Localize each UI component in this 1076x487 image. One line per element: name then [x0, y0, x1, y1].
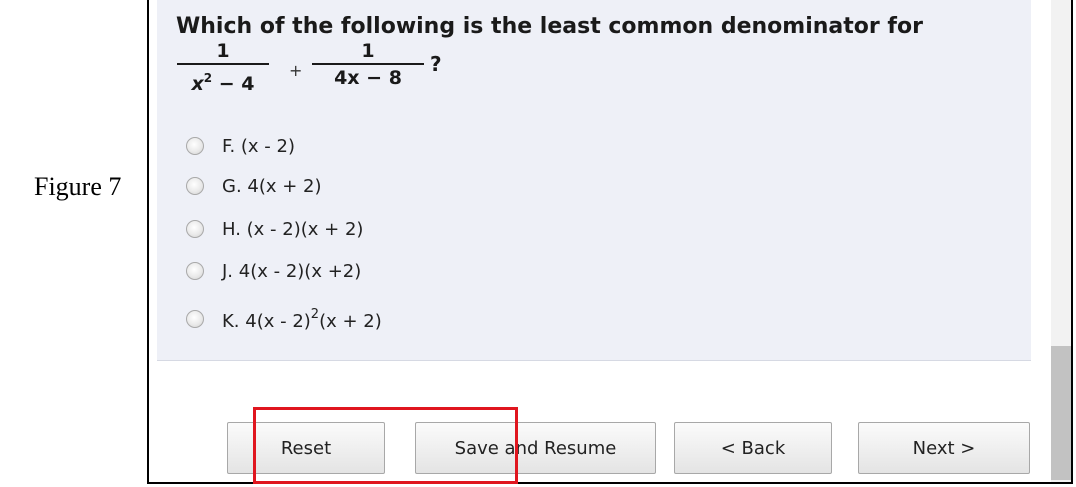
question-text: Which of the following is the least comm… — [176, 14, 923, 39]
scrollbar-thumb[interactable] — [1051, 346, 1071, 480]
highlight-box — [253, 407, 518, 484]
fraction-2-denominator: 4x − 8 — [334, 67, 402, 89]
question-mark: ? — [430, 52, 442, 76]
radio-option-j[interactable] — [186, 262, 204, 280]
fraction-1-den-exp: 2 — [203, 71, 213, 85]
option-k-label-exp: 2 — [310, 306, 320, 322]
fraction-1-den-base: x — [191, 73, 204, 95]
figure-label: Figure 7 — [34, 172, 122, 201]
fraction-1: 1 x2 − 4 — [177, 40, 269, 96]
fraction-2: 1 4x − 8 — [312, 40, 424, 90]
plus-sign: + — [289, 61, 303, 80]
radio-option-f[interactable] — [186, 137, 204, 155]
question-panel: Which of the following is the least comm… — [157, 0, 1031, 361]
fraction-2-bar — [312, 63, 424, 65]
option-g-label: G. 4(x + 2) — [222, 175, 322, 197]
next-button[interactable]: Next > — [858, 422, 1030, 474]
option-h-label: H. (x - 2)(x + 2) — [222, 218, 364, 240]
option-g[interactable]: G. 4(x + 2) — [186, 173, 322, 199]
back-button[interactable]: < Back — [674, 422, 832, 474]
option-f[interactable]: F. (x - 2) — [186, 133, 295, 159]
option-k[interactable]: K. 4(x - 2)2(x + 2) — [186, 306, 382, 332]
radio-option-g[interactable] — [186, 177, 204, 195]
option-j-label: J. 4(x - 2)(x +2) — [222, 260, 362, 282]
fraction-1-den-rest: − 4 — [212, 73, 255, 95]
option-f-label: F. (x - 2) — [222, 135, 295, 157]
fraction-1-bar — [177, 63, 269, 65]
fraction-1-denominator: x2 − 4 — [177, 66, 269, 96]
option-h[interactable]: H. (x - 2)(x + 2) — [186, 216, 363, 242]
radio-option-h[interactable] — [186, 220, 204, 238]
fraction-2-numerator: 1 — [361, 40, 375, 62]
option-j[interactable]: J. 4(x - 2)(x +2) — [186, 258, 361, 284]
radio-option-k[interactable] — [186, 310, 204, 328]
fraction-1-numerator: 1 — [216, 40, 230, 62]
option-k-label: K. 4(x - 2)2(x + 2) — [222, 307, 382, 332]
option-k-label-post: (x + 2) — [319, 310, 382, 332]
option-k-label-pre: K. 4(x - 2) — [222, 310, 311, 332]
